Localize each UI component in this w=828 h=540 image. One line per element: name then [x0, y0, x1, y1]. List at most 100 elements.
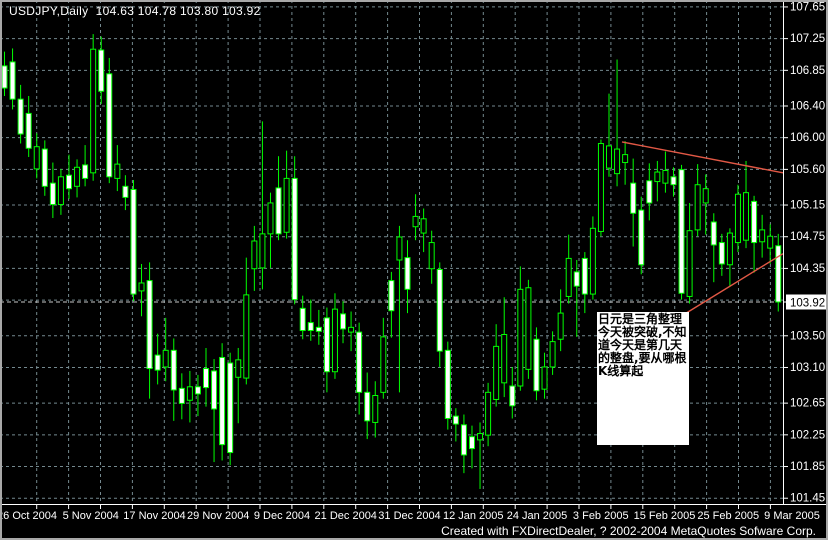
candle-body-bearish	[670, 176, 677, 186]
candle-body-bearish	[356, 331, 363, 393]
candle-body-bullish	[501, 333, 508, 384]
candle-body-bullish	[420, 218, 427, 234]
y-axis-label: 107.65	[790, 1, 825, 13]
candle-body-bearish	[364, 391, 371, 422]
candle-body-bullish	[428, 242, 435, 270]
candle-body-bullish	[549, 341, 556, 368]
x-axis-label: 9 Mar 2005	[764, 510, 820, 522]
candle-body-bearish	[452, 415, 459, 425]
candle-body-bearish	[275, 187, 282, 235]
x-axis-label: 26 Oct 2004	[0, 510, 57, 522]
candle-body-bullish	[396, 236, 403, 261]
x-axis-label: 12 Jan 2005	[443, 510, 504, 522]
candle-body-bullish	[614, 148, 621, 175]
y-axis-label: 103.10	[790, 362, 825, 374]
x-axis-label: 9 Dec 2004	[254, 510, 310, 522]
candle-body-bearish	[219, 356, 226, 446]
candle-body-bearish	[710, 221, 717, 246]
candle-body-bullish	[493, 345, 500, 400]
x-axis-label: 3 Feb 2005	[573, 510, 629, 522]
candle-body-bullish	[694, 184, 701, 231]
candle-body-bearish	[299, 307, 306, 332]
candlestick	[734, 184, 741, 253]
candlestick	[436, 262, 443, 367]
candle-body-bearish	[178, 387, 185, 404]
candle-body-bullish	[606, 145, 612, 169]
candle-body-bearish	[533, 338, 540, 392]
candle-body-bearish	[718, 242, 725, 265]
candle-body-bearish	[509, 385, 516, 407]
candle-body-bearish	[323, 317, 330, 373]
candle-body-bearish	[130, 188, 137, 295]
candle-body-bullish	[686, 230, 693, 297]
candle-body-bearish	[82, 164, 89, 179]
candle-body-bearish	[41, 148, 48, 187]
candle-body-bearish	[49, 182, 56, 206]
candle-body-bullish	[597, 143, 604, 232]
candle-body-bullish	[74, 166, 81, 187]
candle-body-bullish	[565, 257, 572, 297]
candlestick	[597, 139, 604, 237]
x-axis-labels: 26 Oct 2004 5 Nov 2004 17 Nov 2004 29 Nov 2…	[0, 510, 820, 522]
candle-body-bearish	[573, 271, 580, 287]
candle-body-bearish	[630, 182, 637, 214]
candlestick	[227, 352, 234, 466]
candlestick	[589, 216, 596, 300]
note-annotation[interactable]: 日元是三角整理 今天被突破,不知 道今天是第几天 的整盘,要从哪根 K线算起	[597, 312, 689, 445]
candle-body-bearish	[122, 185, 129, 198]
candlestick	[291, 156, 298, 305]
candle-body-bearish	[307, 322, 314, 332]
candle-body-bearish	[678, 169, 685, 294]
candle-body-bullish	[525, 287, 532, 370]
candle-body-bullish	[589, 227, 596, 295]
y-axis-label: 105.60	[790, 164, 825, 176]
candle-body-bullish	[235, 359, 242, 378]
candle-body-bearish	[203, 368, 209, 389]
y-axis-label: 103.50	[790, 330, 825, 342]
candle-body-bullish	[162, 349, 169, 368]
candle-body-bullish	[259, 233, 266, 269]
candle-body-bearish	[17, 98, 24, 135]
candlestick	[219, 343, 226, 461]
candle-body-bullish	[243, 294, 250, 379]
candle-body-bearish	[227, 362, 234, 454]
candle-body-bullish	[702, 188, 709, 204]
candle-body-bullish	[138, 282, 145, 292]
candle-body-bearish	[436, 269, 443, 352]
candle-body-bullish	[517, 288, 524, 387]
candle-body-bearish	[9, 61, 16, 100]
y-axis-label: 106.85	[790, 65, 825, 77]
candle-body-bullish	[743, 192, 750, 241]
candle-body-bearish	[444, 349, 451, 419]
chart-window: 107.65 107.25 106.85 106.40 106.00 105.60 105.…	[0, 0, 828, 540]
candle-body-bullish	[485, 391, 492, 436]
candlestick	[525, 279, 532, 379]
candle-body-bearish	[340, 313, 347, 330]
candle-body-bearish	[154, 354, 161, 371]
y-axis-label: 106.40	[790, 100, 825, 112]
y-axis-label: 102.25	[790, 429, 825, 441]
y-axis-label: 101.85	[790, 461, 825, 473]
candle-body-bullish	[348, 326, 355, 333]
y-axis-label: 107.25	[790, 33, 825, 45]
x-axis-label: 29 Nov 2004	[187, 510, 249, 522]
candle-body-bearish	[315, 326, 322, 332]
candle-body-bullish	[767, 235, 774, 249]
chart-plot-area[interactable]: 107.65 107.25 106.85 106.40 106.00 105.60 105.…	[0, 0, 828, 540]
y-axis-label: 101.45	[790, 493, 825, 505]
candlestick	[444, 341, 451, 430]
candle-body-bullish	[477, 433, 484, 441]
candle-body-bearish	[1, 65, 8, 89]
candle-body-bullish	[759, 229, 766, 243]
candle-body-bearish	[25, 112, 32, 149]
candlestick	[775, 233, 782, 312]
chart-title: USDJPY,Daily 104.63 104.78 103.80 103.92	[9, 4, 261, 18]
candle-body-bearish	[751, 200, 758, 244]
y-axis-label: 106.00	[790, 132, 825, 144]
candle-body-bullish	[331, 308, 338, 373]
x-axis-label: 21 Dec 2004	[315, 510, 377, 522]
candle-body-bearish	[146, 280, 153, 370]
candle-body-bearish	[170, 349, 177, 391]
candle-body-bearish	[291, 177, 298, 301]
y-axis-label: 104.75	[790, 231, 825, 243]
